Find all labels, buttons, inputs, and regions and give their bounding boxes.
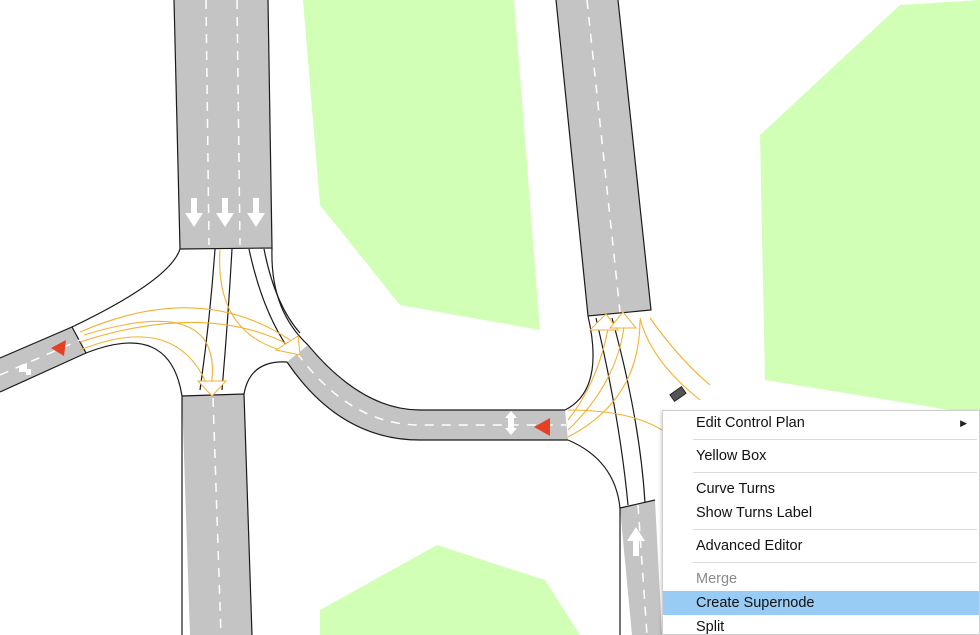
- menu-item-label: Yellow Box: [696, 448, 767, 464]
- menu-item-split[interactable]: Split: [663, 615, 979, 635]
- detector-icon[interactable]: [669, 386, 687, 402]
- menu-item-label: Curve Turns: [696, 481, 775, 497]
- road-south-right[interactable]: [620, 500, 662, 635]
- menu-item-label: Advanced Editor: [696, 538, 803, 554]
- menu-separator: [693, 439, 977, 440]
- turn-arrowhead-icon: [608, 311, 638, 329]
- menu-item-label: Show Turns Label: [696, 505, 813, 521]
- menu-separator: [693, 529, 977, 530]
- menu-item-yellow-box[interactable]: Yellow Box: [663, 444, 979, 468]
- menu-item-create-supernode[interactable]: Create Supernode: [663, 591, 979, 615]
- menu-item-edit-control-plan[interactable]: Edit Control Plan ▶: [663, 411, 979, 435]
- menu-separator: [693, 562, 977, 563]
- menu-item-label: Split: [696, 619, 725, 635]
- context-menu: Edit Control Plan ▶ Yellow Box Curve Tur…: [662, 410, 980, 635]
- green-area: [760, 0, 980, 415]
- road-south-left[interactable]: [182, 394, 252, 635]
- green-area: [320, 545, 580, 635]
- menu-item-advanced-editor[interactable]: Advanced Editor: [663, 534, 979, 558]
- green-area: [303, 0, 540, 330]
- menu-item-label: Merge: [696, 571, 738, 587]
- menu-item-label: Create Supernode: [696, 595, 815, 611]
- menu-item-show-turns-label[interactable]: Show Turns Label: [663, 501, 979, 525]
- menu-item-merge[interactable]: Merge: [663, 567, 979, 591]
- menu-item-curve-turns[interactable]: Curve Turns: [663, 477, 979, 501]
- menu-separator: [693, 472, 977, 473]
- chevron-right-icon: ▶: [960, 418, 967, 428]
- menu-item-label: Edit Control Plan: [696, 415, 805, 431]
